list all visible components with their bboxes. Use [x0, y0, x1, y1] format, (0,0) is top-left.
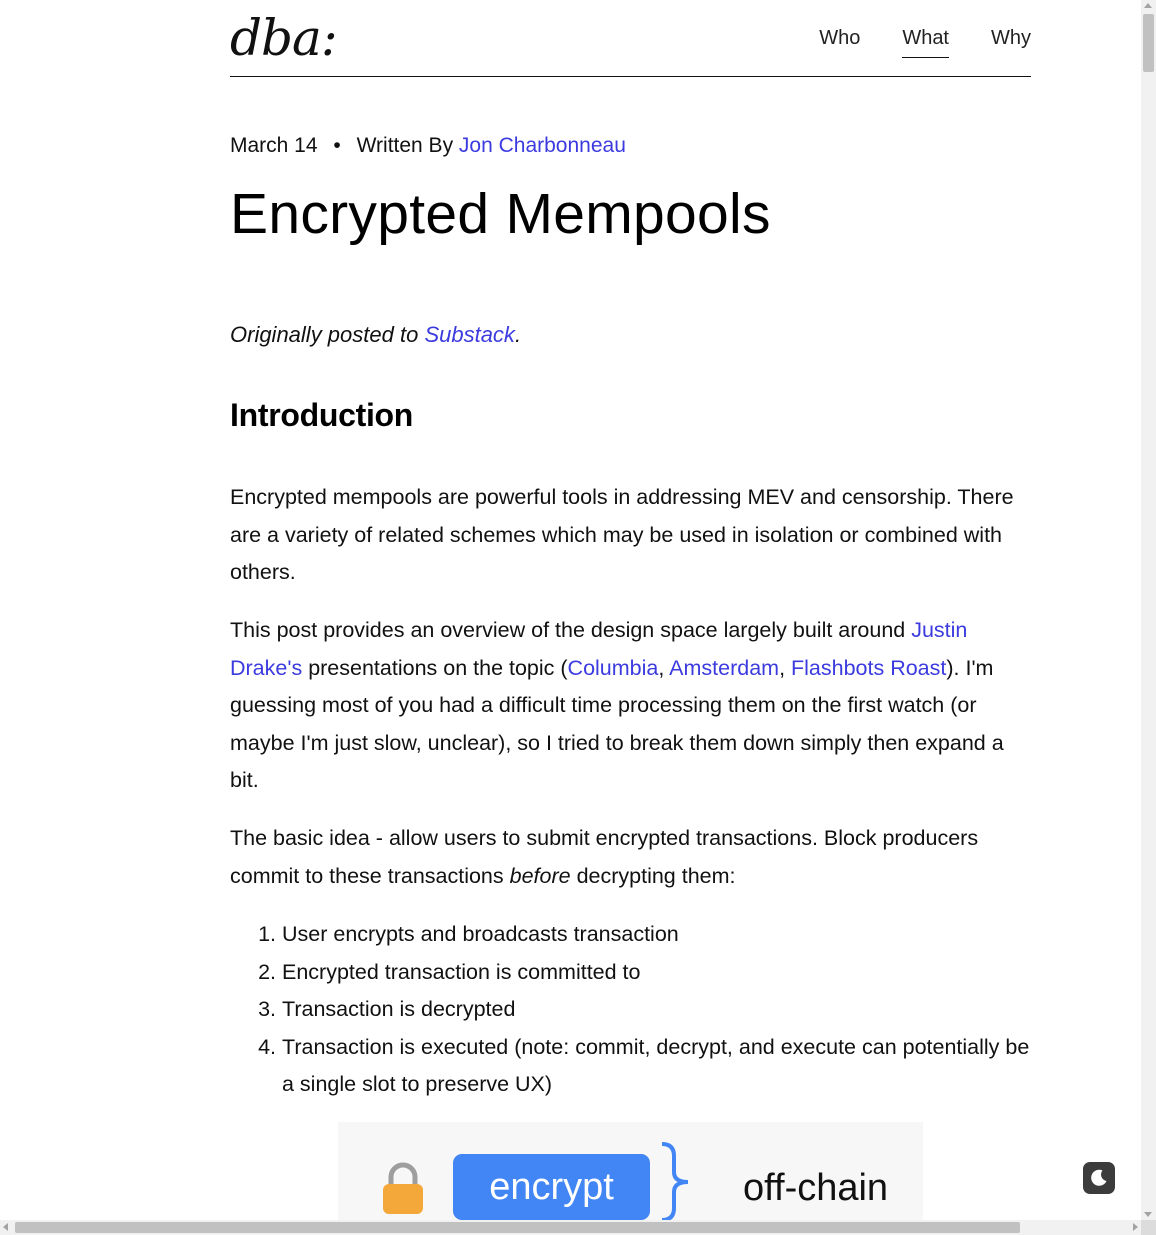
encrypt-label-box: encrypt — [453, 1154, 650, 1220]
overview-text-2: presentations on the topic ( — [302, 655, 568, 680]
moon-icon — [1091, 1169, 1107, 1186]
steps-list: User encrypts and broadcasts transaction… — [230, 916, 1031, 1104]
basic-idea-emphasis: before — [509, 863, 571, 888]
page-title: Encrypted Mempools — [230, 182, 771, 246]
vertical-scroll-thumb[interactable] — [1143, 14, 1154, 72]
paragraph-intro: Encrypted mempools are powerful tools in… — [230, 485, 1014, 584]
paragraph-overview: This post provides an overview of the de… — [230, 612, 1031, 800]
meta-separator: • — [333, 134, 341, 157]
nav-what[interactable]: What — [902, 23, 949, 58]
paragraph-basic-idea: The basic idea - allow users to submit e… — [230, 820, 1031, 895]
origin-suffix: . — [514, 322, 522, 347]
nav-why[interactable]: Why — [991, 23, 1031, 58]
browser-viewport: dba: Who What Why March 14 • Written By … — [0, 0, 1141, 1220]
scroll-down-arrow-icon[interactable] — [1144, 1212, 1152, 1217]
origin-note: Originally posted to Substack. — [230, 318, 521, 352]
page-content: dba: Who What Why March 14 • Written By … — [230, 0, 1031, 1220]
flashbots-roast-link[interactable]: Flashbots Roast — [791, 656, 946, 680]
substack-link[interactable]: Substack — [424, 322, 515, 347]
basic-idea-text-2: decrypting them: — [570, 863, 736, 888]
columbia-link[interactable]: Columbia — [568, 656, 659, 680]
scroll-right-arrow-icon[interactable] — [1133, 1223, 1138, 1231]
scrollbar-corner — [1141, 1220, 1156, 1235]
off-chain-label: off-chain — [743, 1167, 889, 1209]
scroll-up-arrow-icon[interactable] — [1144, 3, 1152, 8]
site-header: dba: Who What Why — [230, 0, 1031, 77]
written-by-label: Written By — [356, 134, 454, 157]
encryption-figure: encrypt off-chain — [338, 1122, 923, 1220]
nav-who[interactable]: Who — [819, 23, 860, 58]
overview-text-4: , — [779, 655, 792, 680]
origin-prefix: Originally posted to — [230, 322, 425, 347]
section-heading: Introduction — [230, 397, 414, 433]
overview-text-1: This post provides an overview of the de… — [230, 618, 912, 642]
list-item: User encrypts and broadcasts transaction — [282, 916, 1031, 954]
vertical-scrollbar[interactable] — [1141, 0, 1156, 1220]
curly-brace-icon — [661, 1142, 689, 1220]
scroll-left-arrow-icon[interactable] — [3, 1223, 8, 1231]
post-meta: March 14 • Written By Jon Charbonneau — [230, 130, 626, 162]
site-logo[interactable]: dba: — [230, 8, 338, 68]
horizontal-scroll-thumb[interactable] — [15, 1222, 1020, 1233]
list-item: Transaction is executed (note: commit, d… — [282, 1029, 1031, 1104]
amsterdam-link[interactable]: Amsterdam — [669, 656, 779, 680]
post-date: March 14 — [230, 134, 318, 157]
main-nav: Who What Why — [819, 23, 1031, 58]
author-link[interactable]: Jon Charbonneau — [459, 134, 626, 157]
horizontal-scrollbar[interactable] — [0, 1220, 1141, 1235]
lock-icon — [383, 1162, 423, 1214]
list-item: Encrypted transaction is committed to — [282, 954, 1031, 992]
overview-text-3: , — [658, 655, 670, 680]
list-item: Transaction is decrypted — [282, 991, 1031, 1029]
dark-mode-toggle[interactable] — [1083, 1162, 1115, 1194]
